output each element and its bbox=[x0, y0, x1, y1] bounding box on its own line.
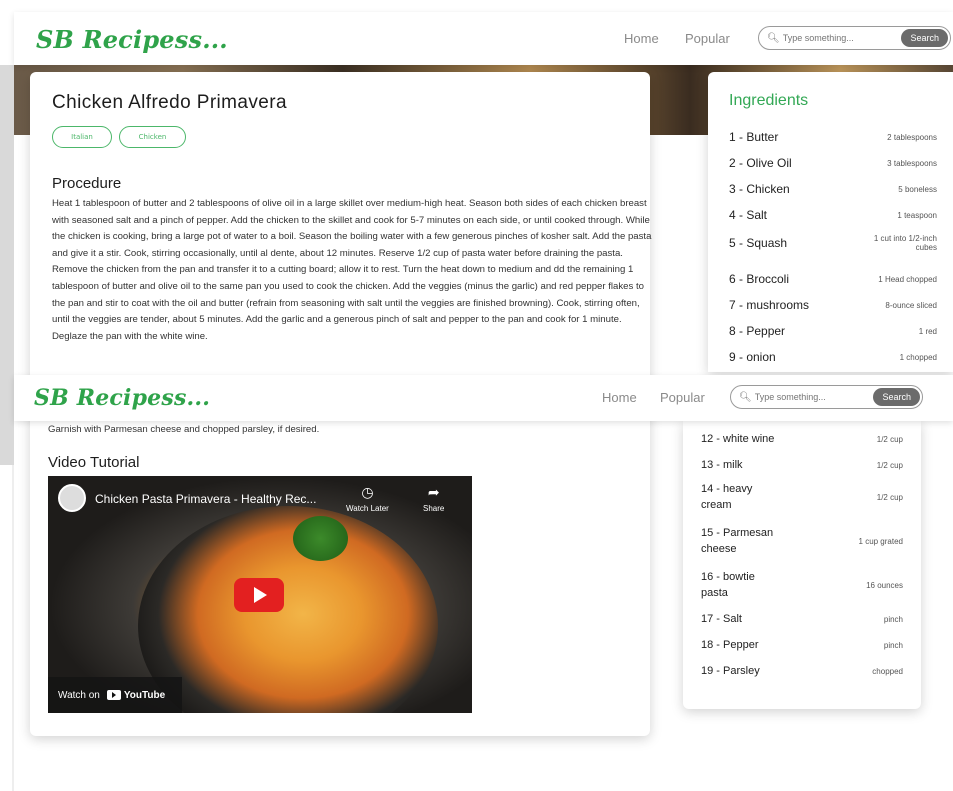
ingredient-row: 13 - milk 1/2 cup bbox=[701, 457, 903, 473]
ingredient-name: 2 - Olive Oil bbox=[729, 156, 792, 170]
ingredient-row: 8 - Pepper 1 red bbox=[729, 324, 937, 338]
ingredient-row: 19 - Parsley chopped bbox=[701, 663, 903, 679]
ingredient-name: 15 - Parmesan cheese bbox=[701, 527, 774, 555]
search-box: 🔍︎ Search bbox=[758, 26, 951, 50]
channel-avatar[interactable] bbox=[58, 484, 86, 512]
nav-home-link[interactable]: Home bbox=[624, 31, 659, 46]
logo[interactable]: SB Recipess... bbox=[34, 385, 210, 411]
left-background-strip bbox=[0, 65, 14, 465]
ingredient-row: 16 - bowtie pasta 16 ounces bbox=[701, 569, 903, 601]
nav-home-link[interactable]: Home bbox=[602, 390, 637, 405]
ingredient-name: 8 - Pepper bbox=[729, 324, 786, 338]
video-title[interactable]: Chicken Pasta Primavera - Healthy Rec... bbox=[95, 492, 316, 506]
ingredient-quantity: 1/2 cup bbox=[876, 434, 903, 444]
youtube-label: YouTube bbox=[123, 689, 166, 701]
ingredient-row: 4 - Salt 1 teaspoon bbox=[729, 208, 937, 222]
ingredients-card-continued: 12 - white wine 1/2 cup 13 - milk 1/2 cu… bbox=[683, 421, 921, 709]
logo[interactable]: SB Recipess... bbox=[36, 25, 228, 54]
ingredient-quantity: 16 ounces bbox=[866, 580, 903, 590]
ingredients-card: Ingredients 1 - Butter 2 tablespoons 2 -… bbox=[708, 72, 953, 372]
ingredient-quantity: 1 Head chopped bbox=[878, 274, 937, 284]
ingredient-quantity: 1/2 cup bbox=[876, 492, 903, 502]
share-button[interactable]: ➦ Share bbox=[423, 484, 444, 513]
ingredient-row: 12 - white wine 1/2 cup bbox=[701, 431, 903, 447]
clock-icon: ◷ bbox=[361, 484, 374, 500]
search-button[interactable]: Search bbox=[873, 388, 920, 406]
ingredient-row: 2 - Olive Oil 3 tablespoons bbox=[729, 156, 937, 170]
ingredient-row: 9 - onion 1 chopped bbox=[729, 350, 937, 364]
ingredient-quantity: 1 chopped bbox=[899, 352, 937, 362]
play-icon bbox=[254, 587, 267, 603]
ingredient-name: 13 - milk bbox=[701, 459, 743, 471]
ingredient-name: 14 - heavy cream bbox=[701, 483, 753, 511]
play-button[interactable] bbox=[234, 578, 284, 612]
ingredient-row: 14 - heavy cream 1/2 cup bbox=[701, 481, 903, 513]
watch-on-youtube-button[interactable]: Watch on YouTube bbox=[48, 677, 182, 713]
ingredient-row: 18 - Pepper pinch bbox=[701, 637, 903, 653]
ingredient-quantity: 1 red bbox=[918, 326, 937, 336]
parsley-garnish-image bbox=[293, 516, 348, 561]
navbar-top: SB Recipess... Home Popular 🔍︎ Search bbox=[14, 12, 953, 65]
recipe-title: Chicken Alfredo Primavera bbox=[52, 92, 287, 113]
ingredient-row: 15 - Parmesan cheese 1 cup grated bbox=[701, 525, 903, 557]
ingredient-quantity: pinch bbox=[883, 640, 903, 650]
ingredient-quantity: chopped bbox=[872, 666, 903, 676]
ingredient-row: 17 - Salt pinch bbox=[701, 611, 903, 627]
ingredient-name: 4 - Salt bbox=[729, 208, 768, 222]
ingredient-name: 7 - mushrooms bbox=[729, 298, 810, 312]
ingredient-quantity: 8-ounce sliced bbox=[885, 300, 937, 310]
ingredient-name: 12 - white wine bbox=[701, 433, 775, 445]
ingredient-quantity: 1 teaspoon bbox=[897, 210, 937, 220]
video-player[interactable]: Chicken Pasta Primavera - Healthy Rec...… bbox=[48, 476, 472, 713]
ingredient-row: 7 - mushrooms 8-ounce sliced bbox=[729, 298, 937, 312]
ingredient-name: 19 - Parsley bbox=[701, 665, 760, 677]
ingredient-quantity: 1 cup grated bbox=[858, 536, 903, 546]
nav-popular-link[interactable]: Popular bbox=[685, 31, 730, 46]
navbar-sticky: SB Recipess... Home Popular 🔍︎ Search bbox=[14, 375, 953, 421]
ingredient-name: 16 - bowtie pasta bbox=[701, 571, 755, 599]
procedure-heading: Procedure bbox=[52, 175, 122, 192]
ingredient-row: 6 - Broccoli 1 Head chopped bbox=[729, 272, 937, 286]
ingredient-name: 18 - Pepper bbox=[701, 639, 759, 651]
watch-later-button[interactable]: ◷ Watch Later bbox=[346, 484, 389, 513]
share-arrow-icon: ➦ bbox=[427, 484, 440, 500]
ingredient-name: 1 - Butter bbox=[729, 130, 779, 144]
search-input[interactable] bbox=[782, 33, 883, 43]
tag-italian[interactable]: Italian bbox=[52, 126, 112, 148]
garnish-text: Garnish with Parmesan cheese and chopped… bbox=[48, 424, 320, 435]
ingredient-row: 3 - Chicken 5 boneless bbox=[729, 182, 937, 196]
ingredient-name: 6 - Broccoli bbox=[729, 272, 790, 286]
search-box: 🔍︎ Search bbox=[730, 385, 923, 409]
ingredient-name: 5 - Squash bbox=[729, 236, 788, 250]
watch-later-label: Watch Later bbox=[346, 504, 389, 513]
ingredient-quantity: pinch bbox=[883, 614, 903, 624]
ingredient-quantity: 3 tablespoons bbox=[887, 158, 937, 168]
youtube-play-icon bbox=[106, 690, 121, 700]
ingredient-row: 5 - Squash 1 cut into 1/2-inch cubes bbox=[729, 234, 937, 252]
ingredient-name: 3 - Chicken bbox=[729, 182, 790, 196]
youtube-logo: YouTube bbox=[106, 689, 166, 701]
pasta-plate-image bbox=[138, 506, 438, 713]
ingredient-quantity: 1/2 cup bbox=[876, 460, 903, 470]
nav-popular-link[interactable]: Popular bbox=[660, 390, 705, 405]
search-input[interactable] bbox=[754, 392, 855, 402]
ingredient-quantity: 2 tablespoons bbox=[887, 132, 937, 142]
watch-on-label: Watch on bbox=[58, 689, 100, 701]
video-tutorial-heading: Video Tutorial bbox=[48, 454, 140, 471]
search-button[interactable]: Search bbox=[901, 29, 948, 47]
left-divider bbox=[12, 465, 14, 791]
ingredient-name: 9 - onion bbox=[729, 350, 776, 364]
search-icon: 🔍︎ bbox=[767, 32, 780, 44]
share-label: Share bbox=[423, 504, 445, 513]
ingredient-row: 1 - Butter 2 tablespoons bbox=[729, 130, 937, 144]
ingredient-quantity: 1 cut into 1/2-inch cubes bbox=[873, 234, 937, 252]
procedure-text: Heat 1 tablespoon of butter and 2 tables… bbox=[52, 198, 652, 342]
ingredients-heading: Ingredients bbox=[729, 92, 809, 109]
ingredient-quantity: 5 boneless bbox=[898, 184, 937, 194]
tag-chicken[interactable]: Chicken bbox=[119, 126, 186, 148]
search-icon: 🔍︎ bbox=[739, 391, 752, 403]
ingredient-name: 17 - Salt bbox=[701, 613, 742, 625]
